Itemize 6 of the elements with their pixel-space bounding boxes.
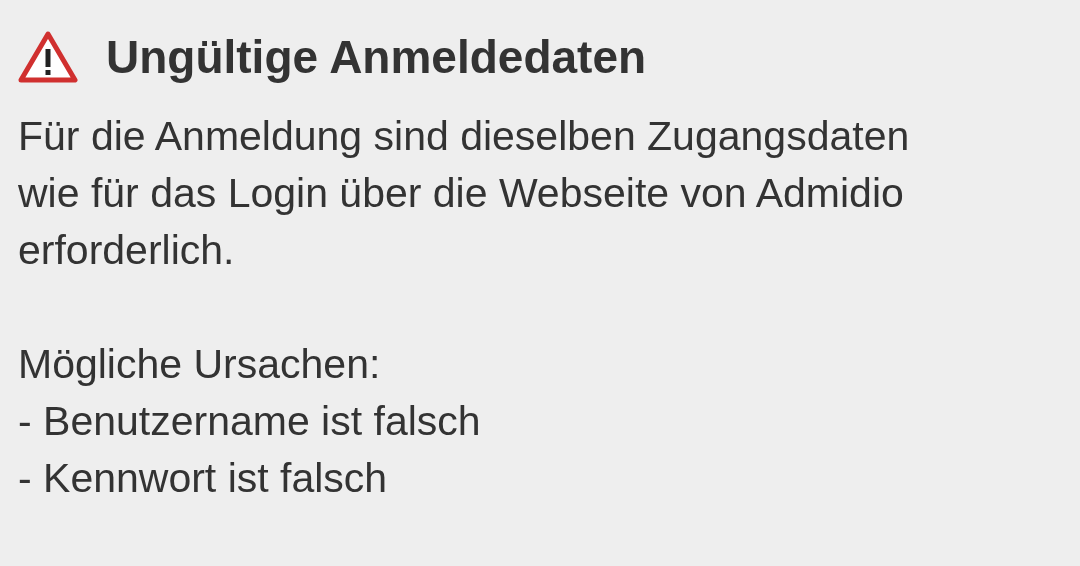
message-text: Für die Anmeldung sind dieselben Zugangsdaten wie für das Login über die Webseite von Admidio erforderlich. <box>18 112 911 275</box>
cause-item: - Kennwort ist falsch <box>18 454 388 503</box>
cause-item: - Benutzername ist falsch <box>18 397 481 446</box>
warning-icon <box>18 31 78 83</box>
dialog-title: Ungültige Anmeldedaten <box>106 30 647 84</box>
causes-heading: Mögliche Ursachen: <box>18 340 381 389</box>
